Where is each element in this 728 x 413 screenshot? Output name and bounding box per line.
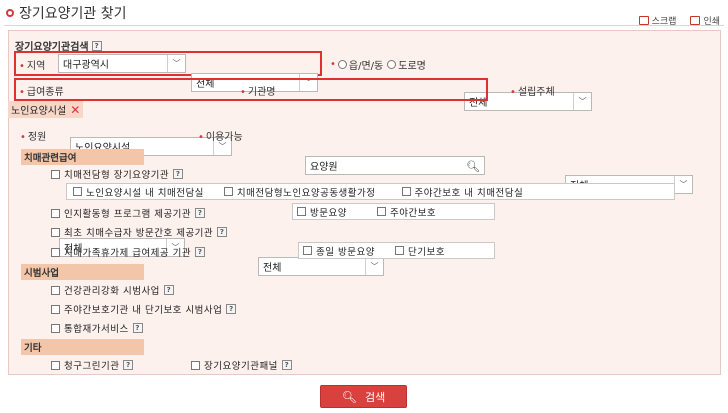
day-short-option[interactable]: 주야간보호기관 내 단기보호 시범사업 ? (51, 302, 237, 316)
search-button-label: 검색 (364, 390, 386, 404)
checkbox[interactable] (51, 169, 60, 179)
all-day-visit-option[interactable]: 종일 방문요양 (303, 244, 375, 258)
cognitive-program-option[interactable]: 인지활동형 프로그램 제공기관 ? (51, 206, 206, 220)
dementia-sub-option-3[interactable]: 주야간보호 내 치매전담실 (401, 185, 524, 199)
search-icon: 🔍︎ (341, 389, 357, 404)
checkbox[interactable] (51, 360, 60, 370)
checkbox[interactable] (376, 207, 386, 216)
help-icon[interactable]: ? (195, 208, 206, 218)
road-radio[interactable] (387, 60, 397, 69)
page-title: 장기요양기관 찾기 (6, 3, 127, 23)
chevron-down-icon: ﹀ (674, 176, 692, 193)
help-icon[interactable]: ? (281, 360, 292, 370)
page-title-text: 장기요양기관 찾기 (19, 6, 127, 22)
selected-filter-text: 노인요양시설 (11, 106, 67, 117)
checkbox[interactable] (51, 304, 60, 314)
help-icon[interactable]: ? (226, 304, 237, 314)
checkbox[interactable] (51, 227, 60, 237)
category-pilot: 시범사업 (21, 264, 144, 280)
benefit-type-label: • 급여종류 (19, 87, 64, 98)
checkbox[interactable] (297, 207, 306, 216)
dementia-sub-options: 노인요양시설 내 치매전담실 치매전담형노인요양공동생활가정 주야간보호 내 치… (66, 183, 675, 200)
checkbox[interactable] (51, 247, 60, 257)
family-leave-option[interactable]: 치매가족휴가제 급여제공 기관 ? (51, 245, 206, 259)
scrap-icon (638, 16, 649, 25)
checkbox[interactable] (51, 323, 60, 333)
help-icon[interactable]: ? (163, 285, 174, 295)
chevron-down-icon: ﹀ (167, 55, 185, 72)
region-label: • 지역 (19, 61, 46, 72)
selected-filter-tag: 노인요양시설 ✕ (8, 101, 84, 118)
founder-label: • 설립주체 (510, 87, 555, 98)
search-button[interactable]: 🔍︎ 검색 (320, 385, 407, 408)
title-divider (4, 25, 724, 26)
institution-name-label: • 기관명 (240, 87, 276, 98)
availability-select[interactable]: 전체 ﹀ (258, 257, 384, 276)
help-icon[interactable]: ? (132, 323, 143, 333)
town-radio[interactable] (337, 60, 347, 69)
checkbox[interactable] (303, 246, 312, 255)
checkbox[interactable] (191, 360, 200, 370)
dementia-sub-option-2[interactable]: 치매전담형노인요양공동생활가정 (223, 185, 376, 199)
print-icon (690, 16, 701, 25)
family-leave-sub-options: 종일 방문요양 단기보호 (298, 242, 495, 259)
cognitive-sub-options: 방문요양 주야간보호 (292, 203, 495, 220)
help-icon[interactable]: ? (91, 40, 102, 51)
help-icon[interactable]: ? (123, 360, 134, 370)
panel-option[interactable]: 장기요양기관패널 ? (191, 358, 292, 372)
checkbox[interactable] (51, 208, 60, 218)
checkbox[interactable] (401, 187, 411, 196)
help-icon[interactable]: ? (217, 227, 228, 237)
search-icon[interactable]: 🔍︎ (466, 160, 480, 173)
health-mgmt-option[interactable]: 건강관리강화 시범사업 ? (51, 283, 174, 297)
category-dementia: 치매관련급여 (21, 149, 144, 165)
help-icon[interactable]: ? (195, 247, 206, 257)
region-city-select[interactable]: 대구광역시 ﹀ (58, 54, 186, 73)
dementia-sub-option-1[interactable]: 노인요양시설 내 치매전담실 (73, 185, 204, 199)
checkbox[interactable] (394, 246, 404, 255)
min-nursing-option[interactable]: 최초 치매수급자 방문간호 제공기관 ? (51, 225, 228, 239)
chevron-down-icon: ﹀ (365, 258, 383, 275)
dementia-specialized-option[interactable]: 치매전담형 장기요양기관 ? (51, 167, 184, 181)
help-icon[interactable]: ? (173, 169, 184, 179)
remove-tag-icon[interactable]: ✕ (70, 103, 80, 117)
availability-label: • 이용가능 (198, 132, 243, 143)
checkbox[interactable] (223, 187, 233, 196)
town-radio-group: • 읍/면/동 도로명 (330, 59, 426, 72)
clean-claim-option[interactable]: 청구그린기관 ? (51, 358, 134, 372)
day-care-option[interactable]: 주야간보호 (376, 205, 436, 219)
checkbox[interactable] (73, 187, 82, 196)
capacity-label: • 정원 (20, 132, 47, 143)
category-other: 기타 (21, 339, 144, 355)
visit-care-option[interactable]: 방문요양 (297, 205, 347, 219)
short-term-option[interactable]: 단기보호 (394, 244, 445, 258)
integrated-option[interactable]: 통합재가서비스 ? (51, 321, 143, 335)
chevron-down-icon: ﹀ (573, 93, 591, 110)
bullet-icon (6, 9, 14, 17)
institution-name-input[interactable]: 요양원 🔍︎ (305, 156, 485, 175)
checkbox[interactable] (51, 285, 60, 295)
